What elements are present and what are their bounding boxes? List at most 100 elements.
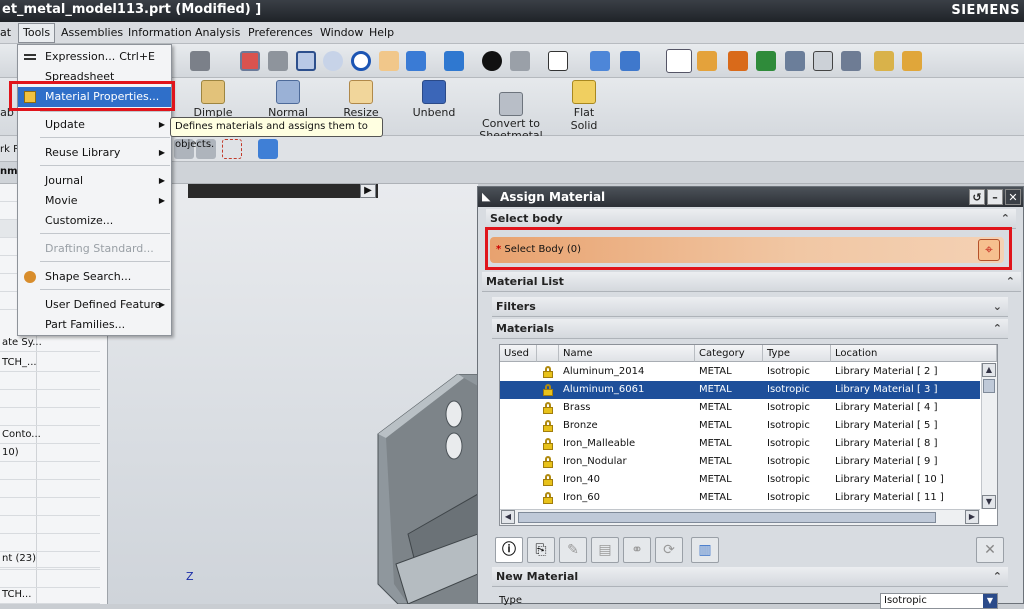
render-style-icon[interactable] <box>482 51 502 71</box>
snap-endpoint-icon[interactable] <box>697 51 717 71</box>
select-body-section[interactable]: Select body ⌃ <box>486 209 1016 229</box>
menu-item-journal[interactable]: Journal ▶ <box>18 171 171 191</box>
list-item[interactable]: 10) <box>0 444 100 462</box>
table-row[interactable]: Iron_Malleable METAL Isotropic Library M… <box>500 435 980 453</box>
scroll-left-icon[interactable]: ◀ <box>501 510 515 524</box>
minimize-icon[interactable]: – <box>987 189 1003 205</box>
close-icon[interactable]: ✕ <box>1005 189 1021 205</box>
menu-item-expression[interactable]: Expression... Ctrl+E <box>18 47 171 67</box>
background-icon[interactable] <box>548 51 568 71</box>
table-row[interactable]: Bronze METAL Isotropic Library Material … <box>500 417 980 435</box>
list-item[interactable]: ate Sy... <box>0 334 100 352</box>
table-row[interactable]: Iron_40 METAL Isotropic Library Material… <box>500 471 980 489</box>
menu-preferences[interactable]: Preferences <box>248 26 313 39</box>
list-item[interactable] <box>0 408 100 426</box>
unbend-button[interactable]: Unbend <box>411 78 457 119</box>
measure-distance-icon[interactable] <box>874 51 894 71</box>
list-item[interactable] <box>0 372 100 390</box>
rectangle-select-icon[interactable] <box>222 139 242 159</box>
materials-section[interactable]: Materials ⌃ <box>492 319 1008 339</box>
dimple-button[interactable]: Dimple <box>193 78 233 119</box>
menu-file-fragment[interactable]: at <box>0 26 11 39</box>
remove-button[interactable]: ✕ <box>976 537 1004 563</box>
list-item[interactable] <box>0 498 100 516</box>
perspective-icon[interactable] <box>406 51 426 71</box>
list-item[interactable] <box>0 480 100 498</box>
reset-icon[interactable]: ↺ <box>969 189 985 205</box>
vertical-scrollbar[interactable]: ▲ ▼ <box>981 363 997 509</box>
section-view-icon[interactable] <box>510 51 530 71</box>
menu-analysis[interactable]: Analysis <box>195 26 240 39</box>
table-row[interactable]: Aluminum_2014 METAL Isotropic Library Ma… <box>500 363 980 381</box>
chevron-up-icon[interactable]: ⌃ <box>993 319 1002 339</box>
sheetmetal-model[interactable] <box>368 374 478 604</box>
list-item[interactable]: nt (23) <box>0 550 100 568</box>
menu-window[interactable]: Window <box>320 26 363 39</box>
pan-icon[interactable] <box>379 51 399 71</box>
menu-item-part-families[interactable]: Part Families... <box>18 315 171 335</box>
wcs-icon[interactable] <box>590 51 610 71</box>
menu-item-update[interactable]: Update ▶ <box>18 115 171 135</box>
chevron-up-icon[interactable]: ⌃ <box>993 567 1002 587</box>
list-item[interactable] <box>0 462 100 480</box>
chevron-up-icon[interactable]: ⌃ <box>1001 209 1010 229</box>
column-header-type[interactable]: Type <box>763 345 831 362</box>
resize-button[interactable]: Resize <box>339 78 383 119</box>
flat-solid-button[interactable]: Flat Solid <box>559 78 609 132</box>
binoculars-icon[interactable] <box>190 51 210 71</box>
snap-midpoint-icon[interactable] <box>728 51 748 71</box>
menu-item-shape-search[interactable]: Shape Search... <box>18 267 171 287</box>
scroll-right-arrow-icon[interactable]: ▶ <box>360 184 376 198</box>
scroll-thumb[interactable] <box>983 379 995 393</box>
material-library-button[interactable]: ▥ <box>691 537 719 563</box>
body-select-icon[interactable] <box>258 139 278 159</box>
view-orientation-icon[interactable] <box>444 51 464 71</box>
copy-material-button[interactable]: ⎘ <box>527 537 555 563</box>
zoom-region-icon[interactable] <box>268 51 288 71</box>
menu-item-reuse-library[interactable]: Reuse Library ▶ <box>18 143 171 163</box>
menu-help[interactable]: Help <box>369 26 394 39</box>
material-info-button[interactable]: ⓘ <box>495 537 523 563</box>
menu-item-movie[interactable]: Movie ▶ <box>18 191 171 211</box>
zoom-icon[interactable] <box>323 51 343 71</box>
filters-section[interactable]: Filters ⌄ <box>492 297 1008 317</box>
menu-assemblies[interactable]: Assemblies <box>61 26 123 39</box>
snap-control-icon[interactable] <box>756 51 776 71</box>
convert-to-sheetmetal-button[interactable]: Convert to Sheetmetal <box>478 78 544 142</box>
list-item[interactable]: Conto... <box>0 426 100 444</box>
column-header-used[interactable]: Used <box>500 345 537 362</box>
list-item[interactable] <box>0 516 100 534</box>
snap-intersection-icon[interactable] <box>785 51 805 71</box>
type-dropdown[interactable]: Isotropic ▼ <box>880 593 998 609</box>
list-item[interactable]: TCH... <box>0 586 100 604</box>
list-item[interactable]: TCH_... <box>0 354 100 372</box>
new-material-section[interactable]: New Material ⌃ <box>492 567 1008 587</box>
menu-information[interactable]: Information <box>128 26 192 39</box>
datum-icon[interactable] <box>620 51 640 71</box>
horizontal-scrollbar[interactable]: ◀ ▶ <box>500 509 980 525</box>
menu-tools[interactable]: Tools <box>18 23 56 43</box>
zoom-window-icon[interactable] <box>296 51 316 71</box>
column-header-category[interactable]: Category <box>695 345 763 362</box>
scroll-down-icon[interactable]: ▼ <box>982 495 996 509</box>
fit-view-icon[interactable] <box>240 51 260 71</box>
chevron-down-icon[interactable]: ⌄ <box>993 297 1002 317</box>
selection-filter-icon[interactable] <box>841 51 861 71</box>
menu-item-user-defined-feature[interactable]: User Defined Feature ▶ <box>18 295 171 315</box>
table-row-selected[interactable]: Aluminum_6061 METAL Isotropic Library Ma… <box>500 381 980 399</box>
scroll-right-icon[interactable]: ▶ <box>965 510 979 524</box>
menu-item-customize[interactable]: Customize... <box>18 211 171 231</box>
list-item[interactable] <box>0 390 100 408</box>
column-header-lock[interactable] <box>537 345 559 362</box>
snap-point-icon[interactable] <box>666 49 692 73</box>
table-row[interactable]: Iron_Nodular METAL Isotropic Library Mat… <box>500 453 980 471</box>
scroll-up-icon[interactable]: ▲ <box>982 363 996 377</box>
select-arrow-icon[interactable] <box>813 51 833 71</box>
dropdown-arrow-icon[interactable]: ▼ <box>983 594 997 608</box>
table-row[interactable]: Iron_60 METAL Isotropic Library Material… <box>500 489 980 507</box>
material-list-section[interactable]: Material List ⌃ <box>482 272 1021 292</box>
chevron-up-icon[interactable]: ⌃ <box>1006 272 1015 292</box>
table-row[interactable]: Brass METAL Isotropic Library Material [… <box>500 399 980 417</box>
measure-angle-icon[interactable] <box>902 51 922 71</box>
normal-cutout-button[interactable]: Normal <box>266 78 310 119</box>
